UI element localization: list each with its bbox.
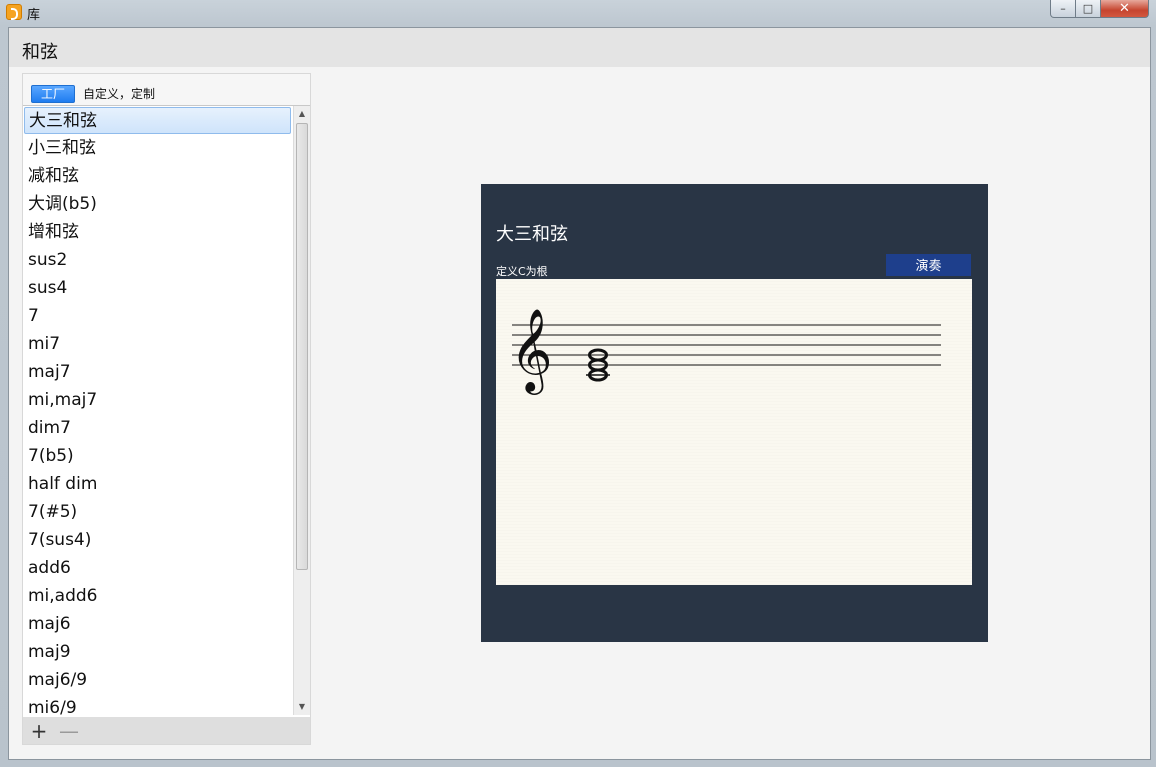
chord-list-item[interactable]: 小三和弦 — [24, 135, 291, 162]
chord-list-scrollbar[interactable]: ▲ ▼ — [293, 106, 310, 715]
chord-list-item[interactable]: mi6/9 — [24, 695, 291, 717]
treble-clef-icon: 𝄞 — [510, 307, 553, 395]
scrollbar-thumb[interactable] — [296, 123, 308, 570]
tab-custom[interactable]: 自定义，定制 — [78, 85, 160, 103]
staff-notation: 𝄞 — [510, 307, 941, 395]
chord-list-item[interactable]: 增和弦 — [24, 219, 291, 246]
close-button[interactable]: ✕ — [1101, 0, 1149, 18]
library-tabs: 工厂 自定义，定制 — [31, 84, 163, 104]
minimize-button[interactable]: – — [1050, 0, 1076, 18]
chord-name: 大三和弦 — [496, 224, 568, 245]
chord-list-item[interactable]: sus2 — [24, 247, 291, 274]
chord-list-item[interactable]: add6 — [24, 555, 291, 582]
remove-chord-button[interactable]: — — [55, 721, 83, 741]
add-chord-button[interactable]: + — [25, 721, 53, 741]
chord-list-item[interactable]: 7(b5) — [24, 443, 291, 470]
root-label: 定义C为根 — [496, 265, 548, 278]
chord-list-item[interactable]: sus4 — [24, 275, 291, 302]
page-title: 和弦 — [22, 42, 58, 63]
chord-list-item[interactable]: 7(#5) — [24, 499, 291, 526]
chord-library-panel: 工厂 自定义，定制 大三和弦 小三和弦 减和弦 大调(b5) 增和弦 sus2 sus4 7 m… — [22, 73, 311, 745]
chord-list[interactable]: 大三和弦 小三和弦 减和弦 大调(b5) 增和弦 sus2 sus4 7 mi7 maj7 mi,m… — [23, 105, 310, 718]
chord-list-item[interactable]: maj6 — [24, 611, 291, 638]
client-area: 和弦 工厂 自定义，定制 大三和弦 小三和弦 减和弦 大调(b5) 增和弦 sus2 sus… — [8, 27, 1151, 760]
list-action-bar: + — — [23, 717, 310, 744]
chord-list-item[interactable]: 7(sus4) — [24, 527, 291, 554]
app-window: 库 – □ ✕ 和弦 工厂 自定义，定制 大三和弦 小三和弦 减和弦 大调(b5) 增和… — [0, 0, 1156, 767]
chord-list-item[interactable]: mi,add6 — [24, 583, 291, 610]
tab-factory[interactable]: 工厂 — [31, 85, 76, 103]
app-logo-icon — [6, 4, 22, 20]
chord-list-item[interactable]: maj6/9 — [24, 667, 291, 694]
chord-list-item[interactable]: 大三和弦 — [24, 107, 291, 134]
chord-list-item[interactable]: half dim — [24, 471, 291, 498]
chord-list-item[interactable]: maj9 — [24, 639, 291, 666]
title-bar[interactable]: 库 – □ ✕ — [0, 0, 1156, 24]
chord-list-item[interactable]: mi7 — [24, 331, 291, 358]
page-header: 和弦 — [9, 28, 1150, 67]
scroll-down-icon[interactable]: ▼ — [294, 699, 310, 715]
scroll-up-icon[interactable]: ▲ — [294, 106, 310, 122]
maximize-button[interactable]: □ — [1076, 0, 1101, 18]
chord-detail-card: 大三和弦 定义C为根 演奏 𝄞 — [481, 184, 988, 642]
staff-lines — [512, 324, 941, 366]
window-title: 库 — [27, 8, 41, 23]
chord-list-item[interactable]: mi,maj7 — [24, 387, 291, 414]
window-controls: – □ ✕ — [1050, 0, 1149, 18]
play-button[interactable]: 演奏 — [886, 254, 971, 276]
score-sheet: 𝄞 — [496, 279, 972, 585]
chord-list-item[interactable]: 减和弦 — [24, 163, 291, 190]
chord-list-item[interactable]: 7 — [24, 303, 291, 330]
chord-list-item[interactable]: 大调(b5) — [24, 191, 291, 218]
chord-list-item[interactable]: maj7 — [24, 359, 291, 386]
chord-list-item[interactable]: dim7 — [24, 415, 291, 442]
